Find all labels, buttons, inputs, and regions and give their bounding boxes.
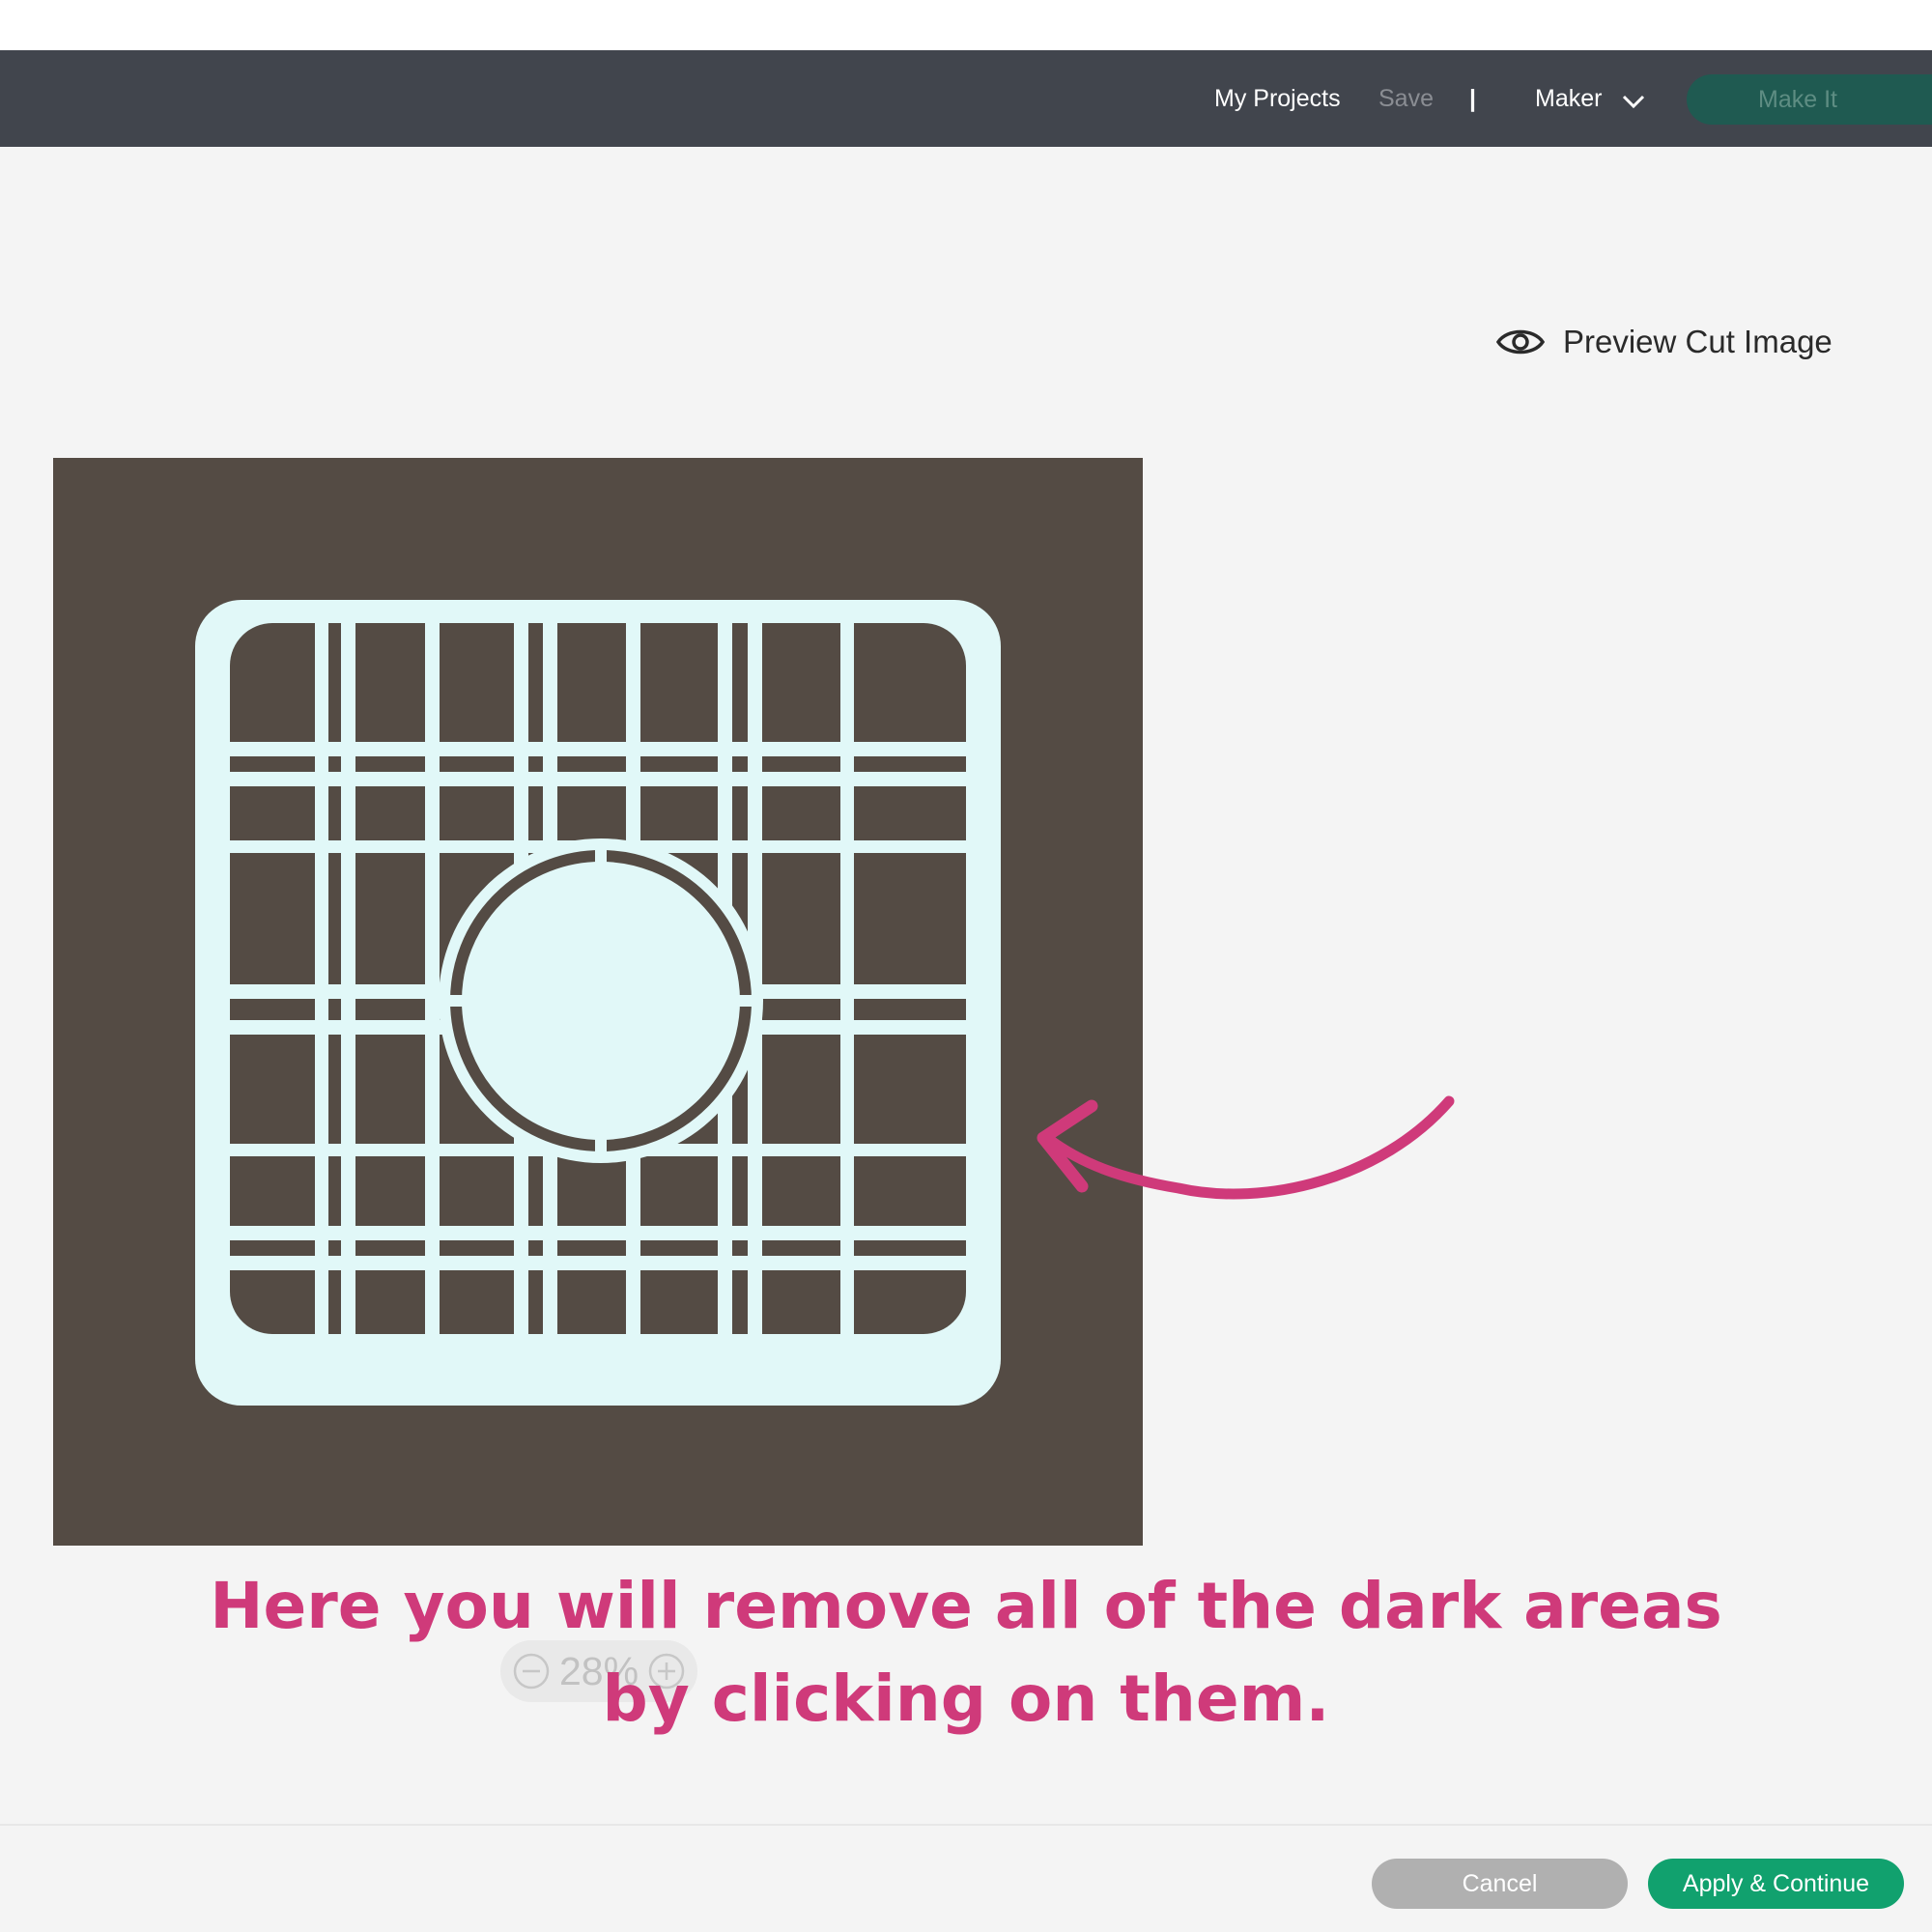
apply-continue-button[interactable]: Apply & Continue	[1648, 1859, 1904, 1909]
eye-icon	[1495, 329, 1546, 355]
my-projects-link[interactable]: My Projects	[1214, 50, 1341, 147]
save-button[interactable]: Save	[1378, 50, 1434, 147]
annotation-line-2: by clicking on them.	[602, 1662, 1330, 1736]
chevron-down-icon[interactable]	[1619, 87, 1648, 116]
machine-selector[interactable]: Maker	[1535, 50, 1602, 147]
app-header: My Projects Save | Maker Make It	[0, 50, 1932, 147]
preview-label: Preview Cut Image	[1563, 324, 1833, 359]
top-blank-strip	[0, 0, 1932, 50]
footer-divider	[0, 1824, 1932, 1826]
cut-image-canvas[interactable]	[53, 458, 1143, 1546]
cancel-button[interactable]: Cancel	[1372, 1859, 1628, 1909]
annotation-line-1: Here you will remove all of the dark are…	[210, 1569, 1722, 1643]
tutorial-annotation: Here you will remove all of the dark are…	[0, 1560, 1932, 1746]
header-divider: |	[1469, 85, 1476, 112]
preview-cut-image-toggle[interactable]: Preview Cut Image	[1495, 319, 1833, 365]
annotation-arrow-icon	[1037, 1095, 1455, 1200]
make-it-button[interactable]: Make It	[1687, 74, 1932, 125]
center-medallion[interactable]	[439, 838, 763, 1163]
